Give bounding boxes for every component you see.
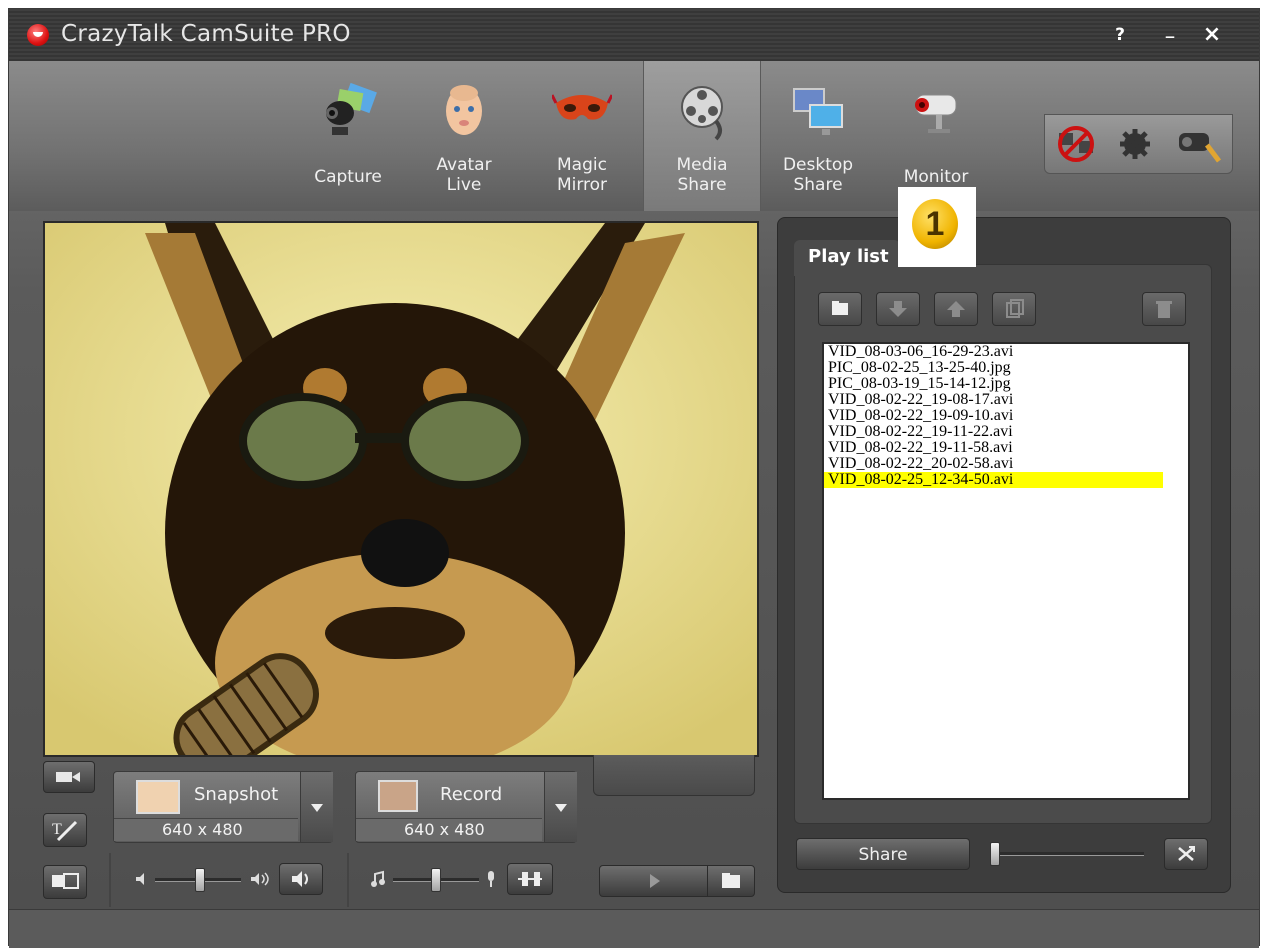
film-reel-icon	[681, 86, 723, 141]
mask-icon	[552, 94, 612, 120]
webcam-icon	[326, 82, 377, 135]
app-window: CrazyTalk CamSuite PRO ? _ × Capture Ava…	[8, 8, 1260, 948]
share-slider-knob[interactable]	[990, 842, 1000, 866]
crazytalk-logo-icon	[27, 24, 49, 46]
speaker-toggle-button[interactable]	[279, 863, 323, 895]
playlist-add-folder-button[interactable]	[818, 292, 862, 326]
speaker-icon	[292, 871, 308, 887]
playlist-panel: Play list VID_08-03-06_16-29-23.avi PIC_…	[777, 217, 1231, 893]
video-preview	[43, 221, 759, 757]
playlist-delete-button[interactable]	[1142, 292, 1186, 326]
nav-desktop-share[interactable]: Desktop Share	[763, 61, 873, 211]
playlist-properties-button[interactable]	[992, 292, 1036, 326]
nav-capture[interactable]: Capture	[293, 61, 403, 211]
playlist-item[interactable]: VID_08-02-22_20-02-58.avi	[824, 456, 1163, 472]
baby-avatar-icon	[446, 85, 482, 135]
text-brush-icon: T	[52, 820, 78, 842]
video-camera-icon	[56, 772, 80, 782]
snapshot-resolution: 640 x 480	[162, 820, 243, 839]
record-resolution: 640 x 480	[404, 820, 485, 839]
share-button[interactable]: Share	[796, 838, 970, 870]
nav-magic-mirror-label: Magic Mirror	[556, 155, 608, 195]
snapshot-control[interactable]: Snapshot 640 x 480	[113, 771, 333, 843]
record-dropdown-button[interactable]	[544, 772, 577, 842]
nav-desktop-share-label: Desktop Share	[782, 155, 854, 195]
camera-source-button[interactable]	[43, 761, 95, 793]
overlay-icon	[52, 873, 79, 889]
share-arrows-icon	[1178, 846, 1195, 861]
video-lower-tab	[593, 755, 755, 796]
chevron-down-icon	[311, 804, 323, 812]
trash-icon	[1156, 301, 1172, 318]
play-icon	[650, 874, 660, 888]
camera-settings-icon[interactable]	[1173, 123, 1223, 165]
arrow-up-icon	[947, 301, 965, 317]
mixer-icon	[518, 872, 542, 886]
settings-gear-icon[interactable]	[1115, 123, 1155, 165]
nav-avatar-live[interactable]: Avatar Live	[409, 61, 519, 211]
microphone-icon	[488, 871, 494, 887]
playlist-item[interactable]: PIC_08-02-25_13-25-40.jpg	[824, 360, 1163, 376]
playlist-move-down-button[interactable]	[876, 292, 920, 326]
app-title: CrazyTalk CamSuite PRO	[61, 21, 351, 47]
chevron-down-icon	[555, 804, 567, 812]
status-bar	[9, 909, 1259, 948]
monitors-icon	[793, 88, 843, 135]
record-label: Record	[440, 784, 503, 805]
playlist-item[interactable]: VID_08-02-22_19-09-10.avi	[824, 408, 1163, 424]
snapshot-label: Snapshot	[194, 784, 279, 805]
open-folder-button[interactable]	[707, 865, 755, 897]
music-note-icon	[371, 870, 385, 887]
snapshot-dropdown-button[interactable]	[300, 772, 333, 842]
nav-monitor-label: Monitor	[903, 167, 969, 187]
callout-badge: 1	[898, 187, 976, 267]
top-right-toolbar	[1044, 114, 1233, 174]
folder-icon	[722, 873, 740, 888]
audio-mixer-button[interactable]	[507, 863, 553, 895]
title-bar[interactable]: CrazyTalk CamSuite PRO ? _ ×	[9, 9, 1259, 62]
nav-capture-label: Capture	[314, 167, 382, 187]
snapshot-thumbnail-icon	[136, 780, 180, 814]
arrow-down-icon	[889, 301, 907, 317]
share-button-label: Share	[858, 845, 908, 865]
playlist-item[interactable]: VID_08-03-06_16-29-23.avi	[824, 344, 1163, 360]
security-camera-icon	[915, 94, 957, 133]
play-button[interactable]	[599, 865, 709, 897]
nav-avatar-live-label: Avatar Live	[436, 155, 492, 195]
folder-icon	[832, 301, 848, 315]
nav-magic-mirror[interactable]: Magic Mirror	[527, 61, 637, 211]
playlist-item[interactable]: VID_08-02-22_19-11-22.avi	[824, 424, 1163, 440]
playlist-item[interactable]: VID_08-02-22_19-11-58.avi	[824, 440, 1163, 456]
share-options-button[interactable]	[1164, 838, 1208, 870]
avatar-overlay-button[interactable]	[43, 865, 87, 899]
share-slider-track[interactable]	[998, 852, 1144, 856]
playlist-list[interactable]: VID_08-03-06_16-29-23.avi PIC_08-02-25_1…	[822, 342, 1190, 800]
playlist-item-selected[interactable]: VID_08-02-25_12-34-50.avi	[824, 472, 1163, 488]
record-thumbnail-icon	[378, 780, 418, 812]
dog-video-frame	[45, 223, 757, 755]
minimize-button[interactable]: _	[1157, 17, 1183, 41]
nav-media-share[interactable]: Media Share	[643, 61, 761, 211]
document-stack-icon	[1006, 299, 1024, 318]
volume-high-icon	[251, 872, 269, 886]
playlist-title: Play list	[808, 246, 889, 267]
speaker-volume-slider[interactable]	[195, 868, 205, 892]
callout-number: 1	[912, 199, 958, 249]
music-mix-slider[interactable]	[431, 868, 441, 892]
record-control[interactable]: Record 640 x 480	[355, 771, 577, 843]
playlist-move-up-button[interactable]	[934, 292, 978, 326]
top-navigation: Capture Avatar Live Magic Mirror Media S…	[9, 61, 1259, 211]
text-effect-button[interactable]: T	[43, 813, 87, 847]
help-button[interactable]: ?	[1107, 23, 1133, 47]
volume-low-icon	[136, 873, 144, 885]
playlist-item[interactable]: PIC_08-03-19_15-14-12.jpg	[824, 376, 1163, 392]
disconnect-icon[interactable]	[1051, 123, 1101, 165]
nav-media-share-label: Media Share	[676, 155, 728, 195]
close-button[interactable]: ×	[1199, 23, 1225, 47]
playlist-item[interactable]: VID_08-02-22_19-08-17.avi	[824, 392, 1163, 408]
